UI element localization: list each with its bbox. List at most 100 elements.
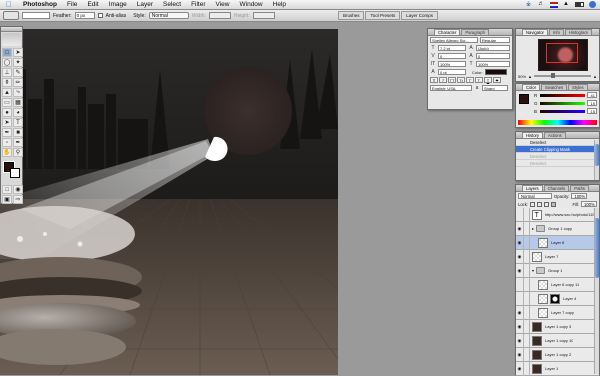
magic-wand-icon[interactable]: ✦: [13, 58, 23, 67]
toolbox-titlebar[interactable]: [1, 27, 22, 32]
menu-help[interactable]: Help: [268, 0, 291, 10]
menu-filter[interactable]: Filter: [186, 0, 210, 10]
screen-mode-icon[interactable]: ▣: [2, 195, 12, 204]
hand-tool-icon[interactable]: ✋: [2, 148, 12, 157]
visibility-eye-icon[interactable]: ◉: [516, 361, 524, 376]
layer-row[interactable]: ◉ Layer 7: [516, 249, 599, 264]
adobe-feather-icon[interactable]: [2, 33, 21, 46]
layer-link-slot[interactable]: [524, 333, 530, 348]
opacity-input[interactable]: 100%: [571, 193, 588, 199]
menu-window[interactable]: Window: [235, 0, 268, 10]
layer-link-slot[interactable]: [524, 249, 530, 264]
font-family-select[interactable]: Shelley Allegro Scr...: [430, 37, 478, 43]
tab-actions[interactable]: Actions: [544, 132, 566, 138]
small-caps-button[interactable]: Tt: [457, 77, 465, 83]
font-style-select[interactable]: Regular: [480, 37, 510, 43]
tab-character[interactable]: Character: [434, 29, 461, 35]
antialias-checkbox[interactable]: [97, 13, 103, 18]
language-select[interactable]: English: USA: [430, 85, 472, 91]
layer-link-slot[interactable]: [524, 263, 530, 278]
menu-select[interactable]: Select: [158, 0, 186, 10]
layer-row[interactable]: ◉ Layer 1 copy 3: [516, 319, 599, 334]
volume-icon[interactable]: ♬: [538, 1, 545, 8]
green-input[interactable]: 15: [587, 100, 597, 106]
marquee-tool-icon[interactable]: □: [2, 48, 12, 57]
zoom-tool-icon[interactable]: ⚲: [13, 148, 23, 157]
well-tab-tool-presets[interactable]: Tool Presets: [365, 11, 401, 20]
zoom-out-icon[interactable]: ▲: [528, 74, 532, 79]
visibility-eye-icon[interactable]: ◉: [516, 235, 524, 250]
navigator-view-box[interactable]: [546, 43, 578, 63]
layer-link-slot[interactable]: [524, 235, 530, 250]
menu-layer[interactable]: Layer: [132, 0, 158, 10]
eraser-tool-icon[interactable]: ▭: [2, 98, 12, 107]
menu-image[interactable]: Image: [104, 0, 132, 10]
crop-tool-icon[interactable]: ⊥: [2, 68, 12, 77]
tab-info[interactable]: Info: [548, 29, 564, 35]
menu-edit[interactable]: Edit: [82, 0, 103, 10]
zoom-slider[interactable]: [533, 73, 592, 78]
history-item[interactable]: Deselect: [516, 153, 599, 160]
flag-icon[interactable]: [550, 1, 558, 8]
color-panel-swatch[interactable]: [519, 94, 529, 104]
menu-file[interactable]: File: [62, 0, 82, 10]
history-item[interactable]: Deselect: [516, 139, 599, 146]
kerning-input[interactable]: 0: [438, 53, 466, 59]
menu-app[interactable]: Photoshop: [18, 0, 62, 10]
visibility-eye-icon[interactable]: ◉: [516, 249, 524, 264]
subscript-button[interactable]: T,: [475, 77, 483, 83]
visibility-eye-icon[interactable]: ◉: [516, 221, 524, 236]
antialias-select[interactable]: Sharp: [482, 85, 508, 91]
tab-paths[interactable]: Paths: [570, 185, 589, 191]
layers-scrollbar[interactable]: [594, 208, 599, 374]
tool-preset-picker[interactable]: [3, 11, 19, 20]
zoom-in-icon[interactable]: ▲: [593, 74, 597, 79]
layer-row[interactable]: Thttp://www.sxc.hu/photo/1101...: [516, 207, 599, 222]
tab-paragraph[interactable]: Paragraph: [461, 29, 489, 35]
faux-italic-button[interactable]: T: [439, 77, 447, 83]
history-scrollbar[interactable]: [594, 140, 599, 180]
red-slider[interactable]: [540, 93, 585, 97]
history-brush-icon[interactable]: ⤷: [13, 88, 23, 97]
underline-button[interactable]: T: [484, 77, 492, 83]
battery-icon[interactable]: [575, 2, 584, 7]
layer-link-slot[interactable]: [524, 207, 530, 222]
visibility-eye-icon[interactable]: ◉: [516, 333, 524, 348]
faux-bold-button[interactable]: T: [430, 77, 438, 83]
slice-tool-icon[interactable]: ✎: [13, 68, 23, 77]
type-tool-icon[interactable]: T: [13, 118, 23, 127]
layer-link-slot[interactable]: [524, 319, 530, 334]
layer-link-slot[interactable]: [524, 305, 530, 320]
text-color-swatch[interactable]: [484, 69, 507, 75]
tab-channels[interactable]: Channels: [543, 185, 570, 191]
document-canvas[interactable]: [0, 29, 338, 375]
dodge-tool-icon[interactable]: ◕: [13, 108, 23, 117]
horizontal-scale-input[interactable]: 100%: [476, 61, 510, 67]
lock-position-icon[interactable]: [544, 201, 550, 207]
all-caps-button[interactable]: TT: [448, 77, 456, 83]
layer-row[interactable]: Layer 4: [516, 291, 599, 306]
blue-input[interactable]: 15: [587, 108, 597, 114]
visibility-eye-icon[interactable]: ◉: [516, 347, 524, 362]
strikethrough-button[interactable]: T: [493, 77, 501, 83]
vertical-scale-input[interactable]: 100%: [438, 61, 466, 67]
visibility-eye-icon[interactable]: [516, 277, 524, 292]
canvas-artwork[interactable]: [0, 29, 338, 375]
wifi-icon[interactable]: ▲: [563, 1, 570, 8]
layer-row[interactable]: ◉ Layer 1 copy 10: [516, 333, 599, 348]
tab-layers[interactable]: Layers: [522, 185, 543, 191]
menu-view[interactable]: View: [211, 0, 235, 10]
quickmask-mode-icon[interactable]: ◉: [13, 185, 23, 194]
tab-color[interactable]: Color: [522, 84, 541, 90]
superscript-button[interactable]: T': [466, 77, 474, 83]
tab-styles[interactable]: Styles: [568, 84, 588, 90]
layer-link-slot[interactable]: [524, 221, 530, 236]
standard-mode-icon[interactable]: □: [2, 185, 12, 194]
layer-row[interactable]: ◉ Layer 1 copy 2: [516, 347, 599, 362]
shape-tool-icon[interactable]: ■: [13, 128, 23, 137]
history-item[interactable]: Create Clipping Mask: [516, 146, 599, 153]
visibility-eye-icon[interactable]: ◉: [516, 305, 524, 320]
tab-history[interactable]: History: [522, 132, 544, 138]
layer-row[interactable]: ◉ Layer 7 copy: [516, 305, 599, 320]
tracking-input[interactable]: 0: [476, 53, 510, 59]
